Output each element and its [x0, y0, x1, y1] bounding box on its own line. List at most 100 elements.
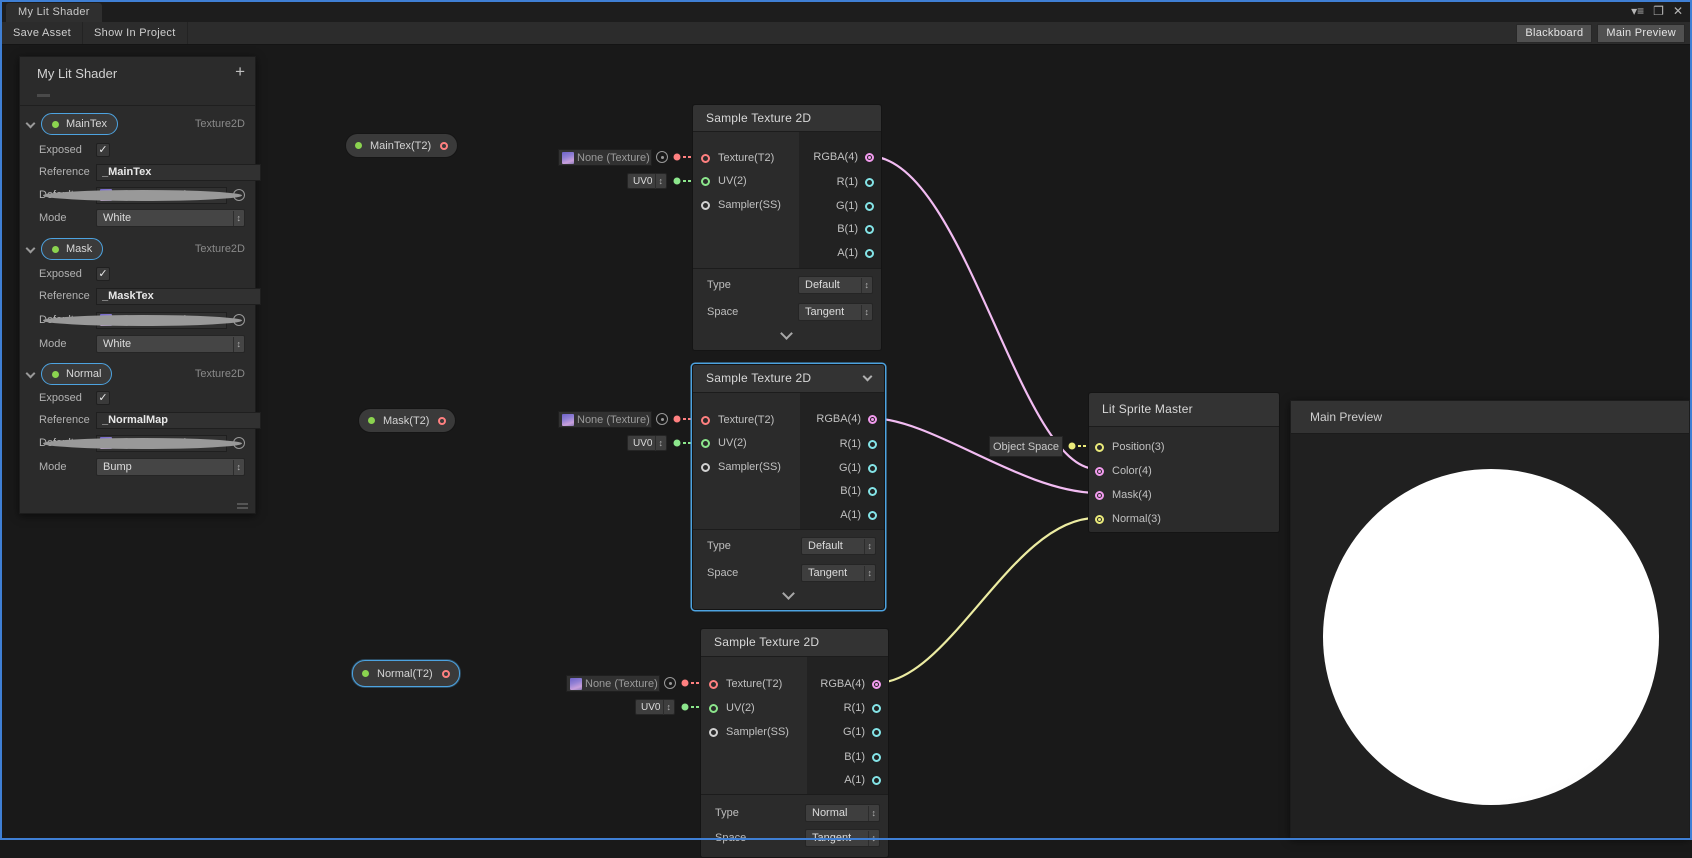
a-port-icon[interactable] — [865, 249, 874, 258]
g-port-icon[interactable] — [868, 464, 877, 473]
g-port-icon[interactable] — [872, 728, 881, 737]
object-picker-icon[interactable] — [233, 314, 245, 326]
port-row-uv[interactable]: UV(2) — [693, 171, 747, 191]
uv-port-icon[interactable] — [709, 704, 718, 713]
foldout-chevron-icon[interactable] — [26, 243, 36, 253]
uv-channel-dropdown-2[interactable]: UV0↕ — [627, 435, 667, 451]
g-port-icon[interactable] — [865, 202, 874, 211]
port-row-uv[interactable]: UV(2) — [701, 698, 755, 718]
main-preview-toggle-button[interactable]: Main Preview — [1597, 24, 1685, 43]
port-texture-output[interactable] — [442, 670, 450, 678]
port-texture-output[interactable] — [440, 142, 448, 150]
port-texture-output[interactable] — [438, 417, 446, 425]
r-port-icon[interactable] — [872, 704, 881, 713]
property-node-normal[interactable]: Normal(T2) — [352, 660, 460, 687]
main-preview-header[interactable]: Main Preview — [1291, 401, 1689, 434]
a-port-icon[interactable] — [872, 776, 881, 785]
port-row-rgba[interactable]: RGBA(4) — [796, 409, 884, 429]
mode-dropdown[interactable]: White↕ — [96, 209, 245, 227]
port-row-a[interactable]: A(1) — [796, 505, 884, 525]
sampler-port-icon[interactable] — [701, 463, 710, 472]
port-row-texture[interactable]: Texture(T2) — [701, 674, 782, 694]
b-port-icon[interactable] — [868, 487, 877, 496]
port-row-rgba[interactable]: RGBA(4) — [800, 674, 888, 694]
port-row-a[interactable]: A(1) — [800, 770, 888, 790]
property-node-maintex[interactable]: MainTex(T2) — [345, 133, 458, 158]
node-sample-texture-2d-3[interactable]: Sample Texture 2D Texture(T2) UV(2) Samp… — [700, 628, 889, 858]
sampler-port-icon[interactable] — [701, 201, 710, 210]
exposed-checkbox[interactable] — [96, 391, 110, 405]
panel-resize-grip[interactable] — [237, 503, 248, 509]
texture-port-icon[interactable] — [709, 680, 718, 689]
node-header[interactable]: Lit Sprite Master — [1089, 393, 1279, 427]
port-row-rgba[interactable]: RGBA(4) — [793, 147, 881, 167]
port-row-sampler[interactable]: Sampler(SS) — [693, 195, 781, 215]
foldout-chevron-icon[interactable] — [26, 118, 36, 128]
texture-default-field-2[interactable]: None (Texture) — [558, 411, 652, 428]
rgba-port-icon[interactable] — [872, 680, 881, 689]
window-menu-icon[interactable]: ▾≡ — [1631, 4, 1644, 19]
texture-port-icon[interactable] — [701, 154, 710, 163]
port-row-b[interactable]: B(1) — [796, 481, 884, 501]
normal-port-icon[interactable] — [1095, 515, 1104, 524]
b-port-icon[interactable] — [872, 753, 881, 762]
a-port-icon[interactable] — [868, 511, 877, 520]
type-dropdown[interactable]: Default↕ — [801, 537, 876, 555]
reference-input[interactable] — [96, 412, 261, 429]
position-space-dropdown[interactable]: Object Space — [989, 436, 1063, 457]
main-preview-viewport[interactable] — [1291, 434, 1689, 837]
node-lit-sprite-master[interactable]: Lit Sprite Master Position(3) Color(4) M… — [1088, 392, 1280, 533]
collapse-preview-chevron-icon[interactable] — [780, 327, 793, 340]
port-row-g[interactable]: G(1) — [800, 722, 888, 742]
object-picker-icon[interactable] — [233, 189, 245, 201]
texture-default-field-1[interactable]: None (Texture) — [558, 149, 652, 166]
foldout-chevron-icon[interactable] — [26, 368, 36, 378]
collapse-preview-chevron-icon[interactable] — [782, 587, 795, 600]
mode-dropdown[interactable]: Bump↕ — [96, 458, 245, 476]
blackboard-toggle-button[interactable]: Blackboard — [1516, 24, 1592, 43]
port-row-texture[interactable]: Texture(T2) — [693, 410, 774, 430]
save-asset-button[interactable]: Save Asset — [2, 22, 83, 44]
uv-port-icon[interactable] — [701, 177, 710, 186]
port-row-a[interactable]: A(1) — [793, 243, 881, 263]
port-row-texture[interactable]: Texture(T2) — [693, 148, 774, 168]
uv-port-icon[interactable] — [701, 439, 710, 448]
property-pill-maintex[interactable]: MainTex — [41, 113, 118, 135]
node-sample-texture-2d-2[interactable]: Sample Texture 2D Texture(T2) UV(2) Samp… — [692, 364, 885, 610]
port-row-normal[interactable]: Normal(3) — [1089, 509, 1161, 529]
type-dropdown[interactable]: Normal↕ — [805, 804, 880, 822]
property-node-mask[interactable]: Mask(T2) — [358, 408, 456, 433]
port-row-g[interactable]: G(1) — [793, 196, 881, 216]
exposed-checkbox[interactable] — [96, 267, 110, 281]
node-sample-texture-2d-1[interactable]: Sample Texture 2D Texture(T2) UV(2) Samp… — [692, 104, 882, 351]
port-row-g[interactable]: G(1) — [796, 458, 884, 478]
exposed-checkbox[interactable] — [96, 143, 110, 157]
chevron-down-icon[interactable] — [863, 372, 873, 382]
port-row-sampler[interactable]: Sampler(SS) — [701, 722, 789, 742]
port-row-sampler[interactable]: Sampler(SS) — [693, 457, 781, 477]
r-port-icon[interactable] — [868, 440, 877, 449]
node-header[interactable]: Sample Texture 2D — [701, 629, 888, 657]
r-port-icon[interactable] — [865, 178, 874, 187]
space-dropdown[interactable]: Tangent↕ — [798, 303, 873, 321]
object-picker-icon[interactable] — [233, 437, 245, 449]
main-preview-panel[interactable]: Main Preview — [1290, 400, 1690, 838]
port-row-uv[interactable]: UV(2) — [693, 433, 747, 453]
blackboard-panel[interactable]: My Lit Shader + MainTex Texture2D Expose… — [19, 56, 256, 514]
object-picker-icon[interactable] — [656, 151, 668, 163]
rgba-port-icon[interactable] — [865, 153, 874, 162]
mask-port-icon[interactable] — [1095, 491, 1104, 500]
color-port-icon[interactable] — [1095, 467, 1104, 476]
port-row-r[interactable]: R(1) — [796, 434, 884, 454]
maximize-icon[interactable]: ❐ — [1653, 4, 1664, 19]
b-port-icon[interactable] — [865, 225, 874, 234]
rgba-port-icon[interactable] — [868, 415, 877, 424]
type-dropdown[interactable]: Default↕ — [798, 276, 873, 294]
port-row-mask[interactable]: Mask(4) — [1089, 485, 1152, 505]
texture-port-icon[interactable] — [701, 416, 710, 425]
position-port-icon[interactable] — [1095, 443, 1104, 452]
space-dropdown[interactable]: Tangent↕ — [805, 829, 880, 847]
mode-dropdown[interactable]: White↕ — [96, 335, 245, 353]
node-header[interactable]: Sample Texture 2D — [693, 105, 881, 132]
show-in-project-button[interactable]: Show In Project — [83, 22, 188, 44]
